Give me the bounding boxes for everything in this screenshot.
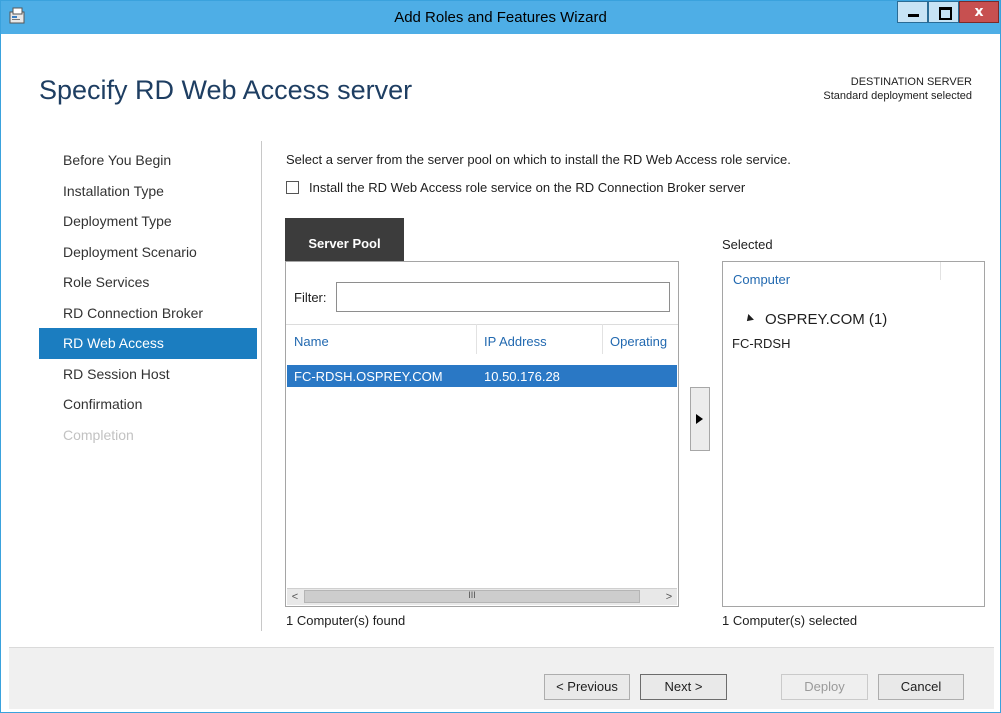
- window-title: Add Roles and Features Wizard: [394, 9, 607, 26]
- destination-server-info: DESTINATION SERVER Standard deployment s…: [823, 75, 972, 103]
- server-pool-panel: Filter: Name IP Address Operating FC-RDS…: [285, 261, 679, 607]
- grip-icon: III: [468, 590, 476, 600]
- column-divider[interactable]: [476, 324, 477, 354]
- minimize-button[interactable]: [897, 1, 928, 23]
- column-header-name[interactable]: Name: [294, 334, 329, 349]
- install-on-broker-option[interactable]: Install the RD Web Access role service o…: [286, 180, 745, 195]
- selected-computers-panel: Computer OSPREY.COM (1) FC-RDSH: [722, 261, 985, 607]
- nav-item-installation-type[interactable]: Installation Type: [39, 176, 257, 207]
- selected-label: Selected: [722, 237, 773, 252]
- nav-item-rd-connection-broker[interactable]: RD Connection Broker: [39, 298, 257, 329]
- nav-item-deployment-type[interactable]: Deployment Type: [39, 206, 257, 237]
- destination-value: Standard deployment selected: [823, 90, 972, 102]
- deploy-button[interactable]: Deploy: [781, 674, 868, 700]
- previous-button[interactable]: < Previous: [544, 674, 630, 700]
- nav-item-rd-session-host[interactable]: RD Session Host: [39, 359, 257, 390]
- minimize-icon: [908, 14, 919, 17]
- wizard-window: Add Roles and Features Wizard x Specify …: [0, 0, 1001, 713]
- tab-server-pool[interactable]: Server Pool: [285, 218, 404, 261]
- column-header-computer[interactable]: Computer: [733, 272, 790, 287]
- nav-item-rd-web-access[interactable]: RD Web Access: [39, 328, 257, 359]
- nav-item-role-services[interactable]: Role Services: [39, 267, 257, 298]
- title-bar[interactable]: Add Roles and Features Wizard x: [1, 1, 1000, 34]
- row-ip: 10.50.176.28: [484, 369, 560, 384]
- maximize-button[interactable]: [928, 1, 959, 23]
- scrollbar-thumb[interactable]: III: [304, 590, 640, 603]
- wizard-footer: < Previous Next > Deploy Cancel: [9, 647, 994, 709]
- column-divider[interactable]: [602, 324, 603, 354]
- table-row[interactable]: FC-RDSH.OSPREY.COM 10.50.176.28: [287, 365, 677, 387]
- install-on-broker-label[interactable]: Install the RD Web Access role service o…: [309, 180, 745, 195]
- computers-selected-count: 1 Computer(s) selected: [722, 613, 858, 628]
- collapse-triangle-icon[interactable]: [744, 314, 754, 324]
- column-divider[interactable]: [940, 262, 941, 280]
- scroll-right-icon[interactable]: >: [661, 589, 677, 605]
- close-button[interactable]: x: [959, 1, 999, 23]
- wizard-steps-nav: Before You Begin Installation Type Deploym…: [39, 145, 257, 450]
- cancel-button[interactable]: Cancel: [878, 674, 964, 700]
- arrow-right-icon: [696, 414, 703, 424]
- scroll-left-icon[interactable]: <: [287, 589, 303, 605]
- row-name: FC-RDSH.OSPREY.COM: [294, 369, 443, 384]
- instruction-text: Select a server from the server pool on …: [286, 152, 791, 167]
- domain-group[interactable]: OSPREY.COM (1): [744, 311, 888, 328]
- add-to-selected-button[interactable]: [690, 387, 710, 451]
- column-header-operating-system[interactable]: Operating: [610, 334, 667, 349]
- horizontal-scrollbar[interactable]: < III >: [287, 588, 677, 605]
- filter-label: Filter:: [294, 290, 327, 305]
- nav-item-completion: Completion: [63, 426, 134, 443]
- header-divider: [286, 324, 678, 325]
- install-on-broker-checkbox[interactable]: [286, 181, 299, 194]
- domain-group-label: OSPREY.COM (1): [765, 311, 888, 328]
- nav-item-before-you-begin[interactable]: Before You Begin: [39, 145, 257, 176]
- filter-input[interactable]: [336, 282, 670, 312]
- list-item[interactable]: FC-RDSH: [732, 336, 791, 351]
- nav-item-deployment-scenario[interactable]: Deployment Scenario: [39, 237, 257, 268]
- computers-found-count: 1 Computer(s) found: [286, 613, 406, 628]
- column-header-ip-address[interactable]: IP Address: [484, 334, 547, 349]
- nav-item-confirmation[interactable]: Confirmation: [39, 389, 257, 420]
- close-icon: x: [974, 4, 984, 20]
- page-title: Specify RD Web Access server: [39, 75, 413, 105]
- nav-divider: [261, 141, 262, 631]
- maximize-icon: [939, 7, 952, 20]
- destination-label: DESTINATION SERVER: [850, 76, 972, 88]
- next-button[interactable]: Next >: [640, 674, 727, 700]
